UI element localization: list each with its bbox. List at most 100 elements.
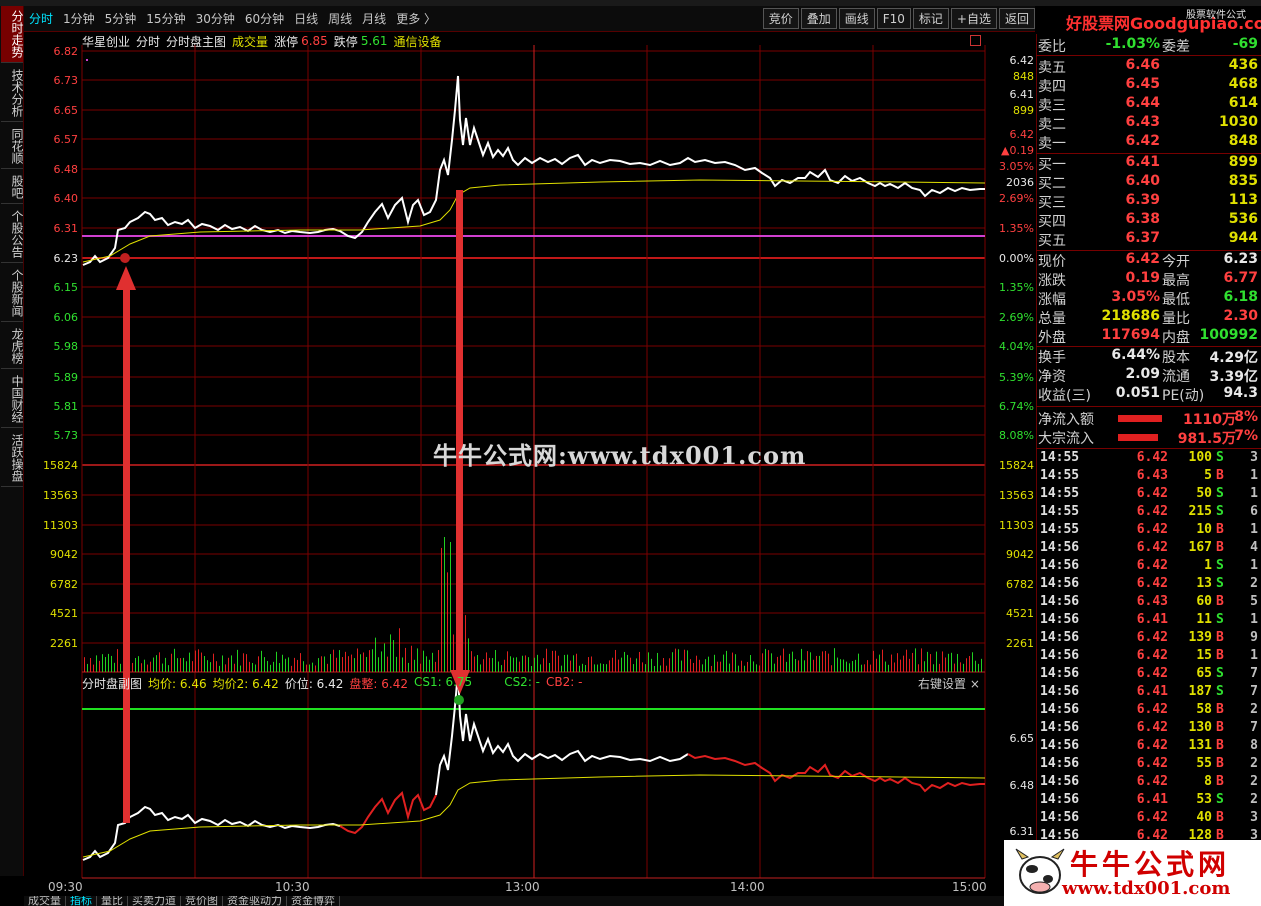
- bid-row-3[interactable]: 买四 6.38 536: [1038, 211, 1260, 230]
- tick-row: 14:55 6.42 100 S 3: [1038, 450, 1260, 468]
- volume-bar: [684, 649, 685, 672]
- tick-side: S: [1216, 576, 1224, 591]
- ask-row-0[interactable]: 卖五 6.46 436: [1038, 57, 1260, 76]
- time-tick-0: 09:30: [48, 880, 83, 894]
- volume-bar: [315, 665, 316, 672]
- left-tab-6[interactable]: 龙虎榜: [1, 324, 24, 369]
- volume-bar: [297, 659, 298, 672]
- period-3[interactable]: 15分钟: [141, 10, 190, 27]
- left-tab-4[interactable]: 个股公告: [1, 206, 24, 263]
- stat-row-0-cell-3: 6.23: [1223, 251, 1258, 267]
- stat2-row-1-cell-0: 净资: [1038, 369, 1066, 385]
- vol-tick-right-2: 11303: [999, 519, 1034, 532]
- tick-side: B: [1216, 522, 1224, 537]
- tick-time: 14:56: [1040, 630, 1080, 645]
- quote-box-3: 899: [1013, 104, 1034, 117]
- period-list: 分时 1分钟 5分钟 15分钟 30分钟 60分钟 日线 周线 月线 更多 〉: [24, 10, 441, 27]
- bottom-tab-0[interactable]: 成交量: [24, 896, 66, 906]
- tick-time: 14:56: [1040, 612, 1080, 627]
- volume-bar: [222, 655, 223, 672]
- bottom-tab-5[interactable]: 资金驱动力: [223, 896, 287, 906]
- tick-volume: 50: [1196, 486, 1212, 501]
- volume-bar: [642, 662, 643, 672]
- ask-row-2[interactable]: 卖三 6.44 614: [1038, 95, 1260, 114]
- period-2[interactable]: 5分钟: [100, 10, 142, 27]
- period-0[interactable]: 分时: [24, 10, 58, 27]
- period-1[interactable]: 1分钟: [58, 10, 100, 27]
- price-tick-2: 6.65: [53, 104, 79, 117]
- stat-row-0: 现价 6.42 今开 6.23: [1038, 251, 1260, 270]
- bottom-tab-4[interactable]: 竞价图: [181, 896, 223, 906]
- volume-bar: [378, 657, 379, 672]
- period-4[interactable]: 30分钟: [191, 10, 240, 27]
- bottom-tab-3[interactable]: 买卖力道: [128, 896, 181, 906]
- bid-row-0[interactable]: 买一 6.41 899: [1038, 154, 1260, 173]
- tool-button-4[interactable]: 标记: [912, 8, 949, 29]
- volume-bar: [819, 655, 820, 672]
- ask-row-3[interactable]: 卖二 6.43 1030: [1038, 114, 1260, 133]
- volume-bar: [750, 655, 751, 672]
- quote-box-4: 6.42: [1009, 128, 1035, 141]
- chart-close-box[interactable]: [970, 35, 981, 46]
- left-tab-5[interactable]: 个股新闻: [1, 265, 24, 322]
- right-click-settings[interactable]: 右键设置 ×: [918, 675, 980, 692]
- tool-button-5[interactable]: +自选: [950, 8, 997, 29]
- volume-bar: [744, 665, 745, 672]
- bid-row-1[interactable]: 买二 6.40 835: [1038, 173, 1260, 192]
- stat-row-2-cell-3: 6.18: [1223, 289, 1258, 305]
- volume-bar: [624, 651, 625, 672]
- period-9[interactable]: 更多 〉: [391, 10, 441, 27]
- flow-pct: 8%: [1234, 409, 1258, 425]
- volume-bar: [396, 656, 397, 672]
- volume-bar: [453, 634, 454, 672]
- ask-row-4[interactable]: 卖一 6.42 848: [1038, 133, 1260, 152]
- down-limit-value: 5.61: [360, 34, 388, 48]
- tool-button-6[interactable]: 返回: [998, 8, 1035, 29]
- tick-row: 14:55 6.43 5 B 1: [1038, 468, 1260, 486]
- volume-bar: [264, 657, 265, 672]
- volume-bar: [144, 659, 145, 672]
- bottom-tab-2[interactable]: 量比: [97, 896, 128, 906]
- left-tab-3[interactable]: 股吧: [1, 171, 24, 204]
- bid-row-2[interactable]: 买三 6.39 113: [1038, 192, 1260, 211]
- tool-button-3[interactable]: F10: [876, 8, 911, 29]
- sub-chart-header: 分时盘副图 均价: 6.46 均价2: 6.42 价位: 6.42 盘整: 6.…: [82, 675, 588, 692]
- left-tab-7[interactable]: 中国财经: [1, 371, 24, 428]
- period-7[interactable]: 周线: [323, 10, 357, 27]
- sub-tick-2: 6.31: [1009, 825, 1035, 838]
- quote-box-2: 6.41: [1009, 88, 1035, 101]
- volume-bar: [438, 650, 439, 672]
- period-5[interactable]: 60分钟: [240, 10, 289, 27]
- tool-button-2[interactable]: 画线: [838, 8, 875, 29]
- volume-bar: [939, 663, 940, 672]
- tick-row: 14:56 6.42 1 S 1: [1038, 558, 1260, 576]
- left-tab-0[interactable]: 分时走势: [1, 6, 24, 63]
- bottom-tab-6[interactable]: 资金博弈: [287, 896, 340, 906]
- left-tab-8[interactable]: 活跃操盘: [1, 430, 24, 487]
- bid-row-4[interactable]: 买五 6.37 944: [1038, 230, 1260, 249]
- left-tab-1[interactable]: 技术分析: [1, 65, 24, 122]
- sub-title: 分时盘副图: [82, 677, 143, 691]
- ask-price: 6.45: [1125, 76, 1160, 92]
- volume-bar: [789, 653, 790, 672]
- period-6[interactable]: 日线: [289, 10, 323, 27]
- tool-button-1[interactable]: 叠加: [800, 8, 837, 29]
- volume-bar: [636, 658, 637, 672]
- ask-row-1[interactable]: 卖四 6.45 468: [1038, 76, 1260, 95]
- brand-header: 好股票网Goodgupiao.com 股票软件公式: [1036, 6, 1261, 34]
- bottom-tab-1[interactable]: 指标: [66, 896, 97, 906]
- tick-side: B: [1216, 468, 1224, 483]
- volume-bar: [780, 655, 781, 672]
- volume-bar: [84, 657, 85, 672]
- tick-count: 2: [1250, 576, 1258, 591]
- volume-bar: [459, 587, 460, 672]
- volume-bar: [516, 657, 517, 672]
- tool-button-0[interactable]: 竞价: [762, 8, 799, 29]
- stat-row-2-cell-2: 最低: [1162, 292, 1190, 308]
- bid-price: 6.38: [1125, 211, 1160, 227]
- left-tab-2[interactable]: 同花顺: [1, 124, 24, 169]
- stat-row-0-cell-1: 6.42: [1125, 251, 1160, 267]
- tick-time: 14:56: [1040, 756, 1080, 771]
- volume-bar: [351, 654, 352, 672]
- period-8[interactable]: 月线: [357, 10, 391, 27]
